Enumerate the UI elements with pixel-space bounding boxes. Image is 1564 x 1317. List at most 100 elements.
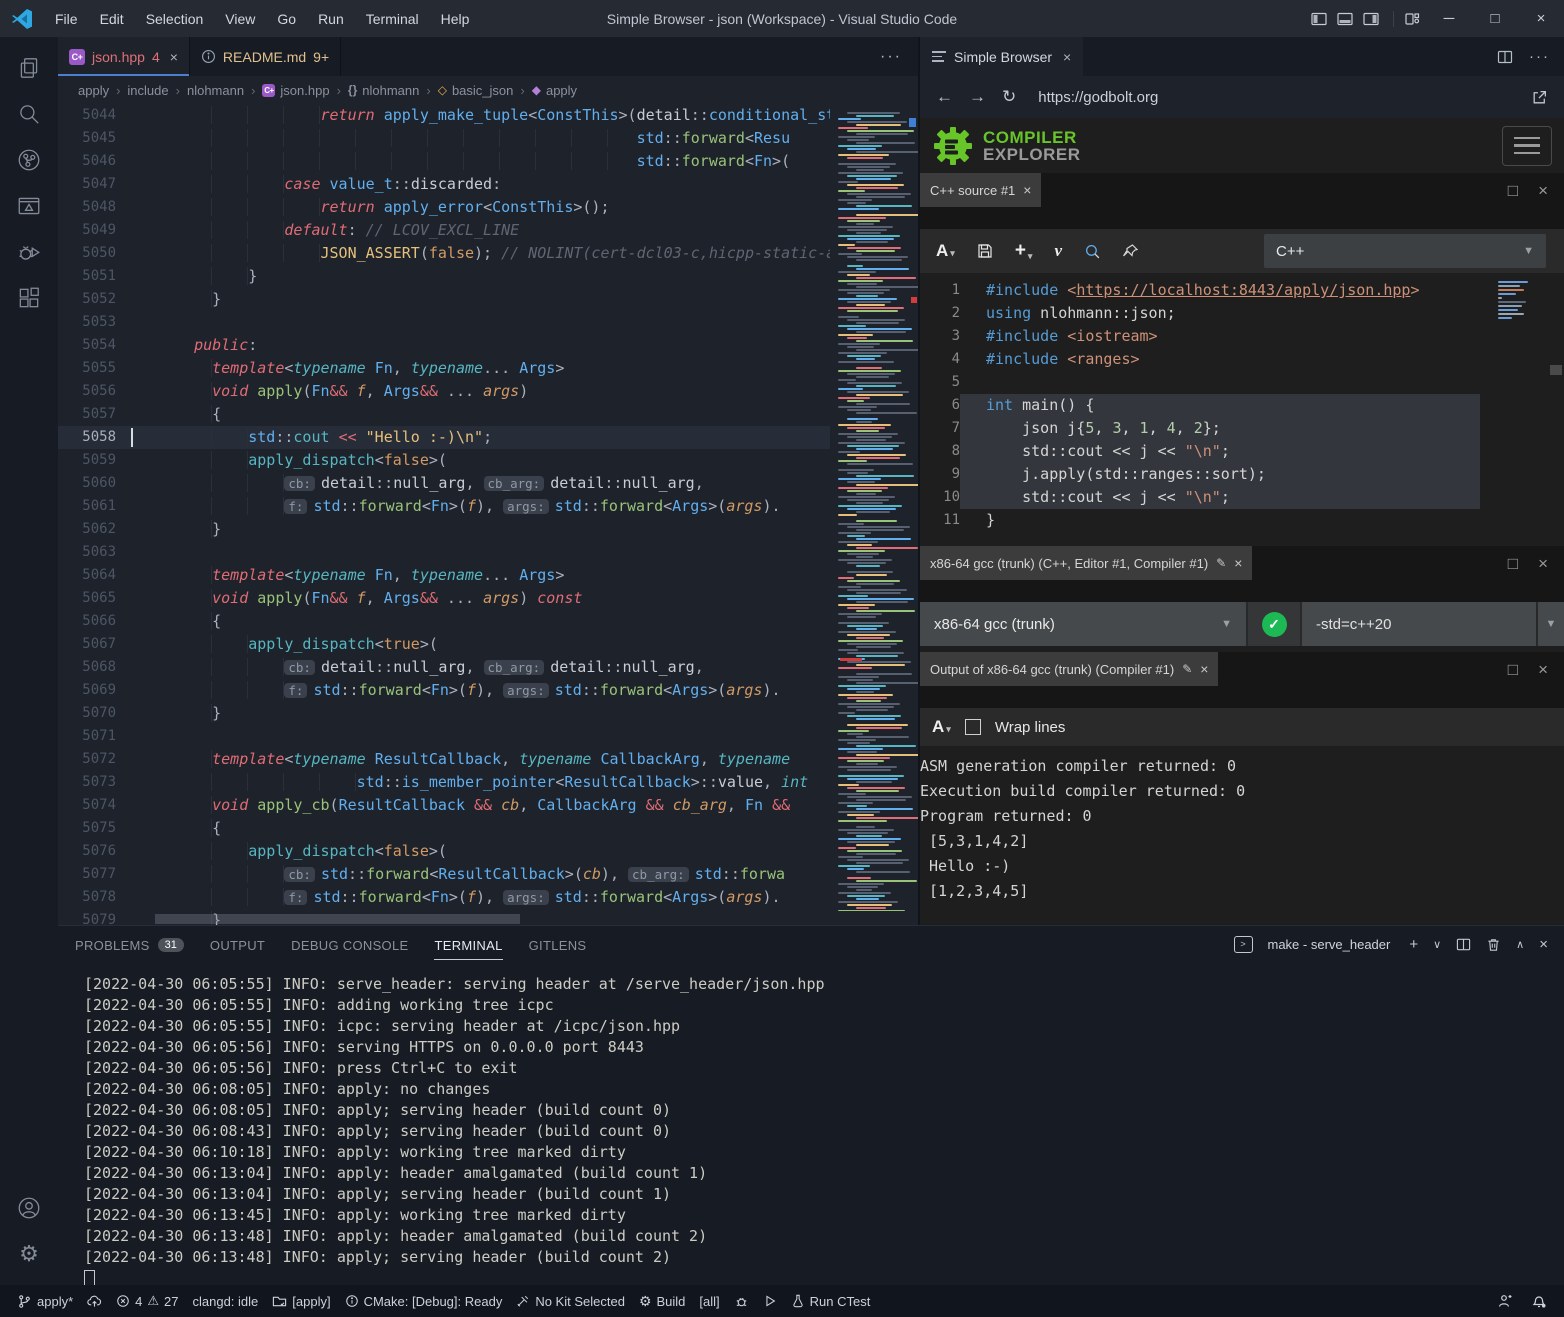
breadcrumb-item[interactable]: apply xyxy=(78,83,109,98)
code-text[interactable]: cb:std::forward<ResultCallback>(cb), cb_… xyxy=(116,863,785,886)
search-icon[interactable] xyxy=(5,91,53,137)
rename-pencil-icon[interactable]: ✎ xyxy=(1182,662,1192,676)
save-icon[interactable] xyxy=(977,243,993,259)
panel-tab-gitlens[interactable]: GITLENS xyxy=(529,929,587,960)
code-text[interactable]: std::forward<Resu xyxy=(116,127,790,150)
toggle-primary-sidebar-icon[interactable] xyxy=(1311,11,1327,27)
tab-simple-browser[interactable]: Simple Browser × xyxy=(920,37,1083,76)
close-pane-icon[interactable]: × xyxy=(1538,181,1548,201)
breadcrumb-item-namespace[interactable]: {}nlohmann xyxy=(348,83,419,98)
panel-tab-problems[interactable]: PROBLEMS31 xyxy=(75,929,184,960)
code-text[interactable]: std::cout << "Hello :-)\n"; xyxy=(116,426,492,449)
cmake-build-button[interactable]: ⚙ Build xyxy=(632,1293,692,1310)
settings-gear-icon[interactable]: ⚙ xyxy=(5,1231,53,1277)
extensions-icon[interactable] xyxy=(5,275,53,321)
forward-icon[interactable]: → xyxy=(969,87,986,107)
code-text[interactable] xyxy=(116,725,176,748)
terminal-title[interactable]: make - serve_header xyxy=(1268,937,1391,952)
vim-mode-icon[interactable]: v xyxy=(1054,241,1062,261)
menu-help[interactable]: Help xyxy=(432,8,479,30)
menu-selection[interactable]: Selection xyxy=(137,8,213,30)
terminal-content[interactable]: [2022-04-30 06:05:55] INFO: serve_header… xyxy=(58,962,1564,1286)
code-text[interactable] xyxy=(116,541,176,564)
code-text[interactable]: template<typename ResultCallback, typena… xyxy=(116,748,790,771)
close-tab-icon[interactable]: × xyxy=(1063,49,1071,65)
code-text[interactable]: } xyxy=(116,288,221,311)
hamburger-menu-icon[interactable] xyxy=(1502,126,1552,166)
breadcrumb-item[interactable]: include xyxy=(127,83,168,98)
git-branch-status[interactable]: apply* xyxy=(10,1294,80,1309)
maximize-pane-icon[interactable]: □ xyxy=(1508,181,1518,201)
code-text[interactable]: } xyxy=(116,265,257,288)
code-text[interactable]: void apply(Fn&& f, Args&& ... args) cons… xyxy=(116,587,582,610)
panel-tab-output[interactable]: OUTPUT xyxy=(210,929,265,960)
code-text[interactable]: { xyxy=(116,403,221,426)
toggle-panel-icon[interactable] xyxy=(1337,11,1353,27)
code-text[interactable]: case value_t::discarded: xyxy=(116,173,501,196)
menu-run[interactable]: Run xyxy=(309,8,353,30)
maximize-panel-icon[interactable]: ∧ xyxy=(1516,938,1524,951)
minimize-button[interactable]: ─ xyxy=(1426,0,1472,37)
code-text[interactable]: j.apply(std::ranges::sort); xyxy=(960,463,1480,486)
menu-edit[interactable]: Edit xyxy=(91,8,133,30)
code-text[interactable]: #include <iostream> xyxy=(960,325,1480,348)
active-folder-status[interactable]: [apply] xyxy=(265,1294,337,1309)
compiler-select[interactable]: x86-64 gcc (trunk)▼ xyxy=(920,602,1246,646)
toggle-secondary-sidebar-icon[interactable] xyxy=(1363,11,1379,27)
clangd-status[interactable]: clangd: idle xyxy=(186,1294,266,1309)
code-text[interactable] xyxy=(116,311,176,334)
code-editor[interactable]: 5044 return apply_make_tuple<ConstThis>(… xyxy=(58,104,918,925)
explorer-icon[interactable] xyxy=(5,45,53,91)
url-input[interactable]: https://godbolt.org xyxy=(1038,89,1515,106)
new-terminal-icon[interactable]: + xyxy=(1409,936,1418,953)
launch-button[interactable] xyxy=(756,1294,784,1308)
breadcrumb-item-method[interactable]: ◆apply xyxy=(532,83,577,98)
pin-icon[interactable] xyxy=(1123,243,1139,259)
code-text[interactable]: } xyxy=(116,518,221,541)
code-text[interactable]: cb:detail::null_arg, cb_arg:detail::null… xyxy=(116,656,704,679)
code-text[interactable]: int main() { xyxy=(960,394,1480,417)
maximize-pane-icon[interactable]: □ xyxy=(1508,554,1518,574)
code-text[interactable]: apply_dispatch<true>( xyxy=(116,633,438,656)
customize-layout-icon[interactable] xyxy=(1404,11,1420,27)
panel-tab-terminal[interactable]: TERMINAL xyxy=(434,929,502,960)
code-text[interactable]: apply_dispatch<false>( xyxy=(116,449,447,472)
remote-user-button[interactable] xyxy=(1490,1293,1520,1309)
code-text[interactable]: std::is_member_pointer<ResultCallback>::… xyxy=(116,771,808,794)
code-text[interactable]: return apply_make_tuple<ConstThis>(detai… xyxy=(116,104,871,127)
breadcrumb-item-class[interactable]: ◇basic_json xyxy=(438,83,514,98)
code-text[interactable]: f:std::forward<Fn>(f), args:std::forward… xyxy=(116,886,781,909)
code-text[interactable] xyxy=(960,371,1480,394)
split-terminal-icon[interactable] xyxy=(1456,937,1471,952)
code-text[interactable]: } xyxy=(116,702,221,725)
font-size-button[interactable]: A▾ xyxy=(932,717,951,737)
code-text[interactable]: } xyxy=(960,509,1480,532)
close-panel-icon[interactable]: × xyxy=(1539,936,1548,953)
problems-status[interactable]: 4 ⚠ 27 xyxy=(109,1293,185,1309)
code-text[interactable]: apply_dispatch<false>( xyxy=(116,840,447,863)
code-text[interactable]: return apply_error<ConstThis>(); xyxy=(116,196,610,219)
code-text[interactable]: f:std::forward<Fn>(f), args:std::forward… xyxy=(116,495,781,518)
menu-file[interactable]: File xyxy=(46,8,87,30)
code-text[interactable]: std::cout << j << "\n"; xyxy=(960,440,1480,463)
cmake-kit-status[interactable]: No Kit Selected xyxy=(509,1294,632,1309)
options-chevron-down-icon[interactable]: ▼ xyxy=(1538,602,1564,646)
close-tab-icon[interactable]: × xyxy=(170,49,178,65)
source-scrollbar-thumb[interactable] xyxy=(1550,365,1562,375)
maximize-pane-icon[interactable]: □ xyxy=(1508,660,1518,680)
code-text[interactable]: void apply_cb(ResultCallback && cb, Call… xyxy=(116,794,790,817)
split-editor-icon[interactable] xyxy=(1497,49,1513,65)
close-window-button[interactable]: × xyxy=(1518,0,1564,37)
tab-json-hpp[interactable]: C+ json.hpp 4 × xyxy=(58,37,190,76)
code-text[interactable]: template<typename Fn, typename... Args> xyxy=(116,357,564,380)
code-text[interactable]: using nlohmann::json; xyxy=(960,302,1480,325)
code-text[interactable]: json j{5, 3, 1, 4, 2}; xyxy=(960,417,1480,440)
code-text[interactable]: std::forward<Fn>( xyxy=(116,150,790,173)
code-text[interactable]: template<typename Fn, typename... Args> xyxy=(116,564,564,587)
code-text[interactable]: void apply(Fn&& f, Args&& ... args) xyxy=(116,380,528,403)
cmake-status[interactable]: CMake: [Debug]: Ready xyxy=(338,1294,510,1309)
code-text[interactable]: #include <ranges> xyxy=(960,348,1480,371)
code-text[interactable]: { xyxy=(116,817,221,840)
rename-pencil-icon[interactable]: ✎ xyxy=(1216,556,1226,570)
code-text[interactable]: std::cout << j << "\n"; xyxy=(960,486,1480,509)
